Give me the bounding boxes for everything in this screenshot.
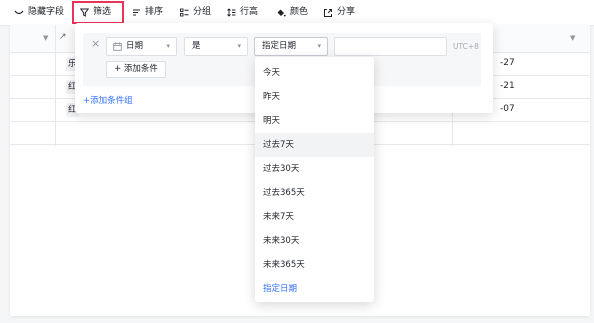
hide-fields-label: 隐藏字段 [28, 7, 65, 17]
eye-hidden-icon [14, 9, 24, 17]
group-label: 分组 [193, 7, 212, 17]
menu-item-next-30-days[interactable]: 未来30天 [255, 229, 374, 253]
share-label: 分享 [337, 7, 356, 17]
color-label: 颜色 [290, 7, 309, 17]
filter-label: 筛选 [93, 7, 112, 17]
sort-button[interactable]: 排序 [132, 0, 163, 25]
date-cell: -21 [500, 81, 515, 91]
field-select-value: 日期 [126, 41, 144, 51]
date-cell: -27 [500, 58, 515, 68]
color-button[interactable]: 颜色 [276, 0, 308, 25]
chevron-down-icon: ▾ [166, 42, 170, 50]
menu-item-tomorrow[interactable]: 明天 [255, 109, 374, 133]
date-column-menu-caret-icon[interactable]: ▼ [570, 34, 575, 42]
menu-item-next-365-days[interactable]: 未来365天 [255, 253, 374, 277]
column-header-partial[interactable]: ↗ [59, 32, 67, 42]
chevron-down-icon: ▾ [317, 42, 321, 50]
add-condition-group-link[interactable]: +添加条件组 [83, 94, 133, 106]
date-range-menu: 今天 昨天 明天 过去7天 过去30天 过去365天 未来7天 未来30天 未来… [255, 57, 374, 302]
column-divider [55, 25, 56, 146]
operator-select-value: 是 [192, 41, 201, 51]
menu-item-past-30-days[interactable]: 过去30天 [255, 157, 374, 181]
menu-item-next-7-days[interactable]: 未来7天 [255, 205, 374, 229]
remove-condition-icon[interactable]: × [91, 37, 100, 50]
row-height-icon [227, 8, 236, 17]
hide-fields-button[interactable]: 隐藏字段 [14, 0, 64, 25]
row-height-button[interactable]: 行高 [227, 0, 258, 25]
date-value-input[interactable] [334, 37, 447, 56]
value-mode-select[interactable]: 指定日期 ▾ [254, 37, 328, 56]
operator-select[interactable]: 是 ▾ [184, 37, 248, 56]
filter-icon [80, 8, 89, 17]
row-height-label: 行高 [240, 7, 259, 17]
timezone-label: UTC+8 [453, 42, 479, 51]
menu-item-yesterday[interactable]: 昨天 [255, 85, 374, 109]
menu-item-past-7-days[interactable]: 过去7天 [255, 133, 374, 157]
field-select[interactable]: 日期 ▾ [106, 37, 177, 56]
share-icon [323, 8, 333, 18]
menu-item-past-365-days[interactable]: 过去365天 [255, 181, 374, 205]
menu-item-today[interactable]: 今天 [255, 61, 374, 85]
paint-bucket-icon [276, 8, 286, 18]
share-button[interactable]: 分享 [323, 0, 355, 25]
group-icon [180, 8, 189, 17]
chevron-down-icon: ▾ [237, 42, 241, 50]
sort-icon [132, 8, 141, 17]
group-button[interactable]: 分组 [180, 0, 211, 25]
sort-label: 排序 [145, 7, 164, 17]
filter-button[interactable]: 筛选 [80, 0, 111, 25]
value-mode-select-value: 指定日期 [262, 41, 297, 51]
calendar-icon [113, 41, 122, 58]
date-cell: -07 [500, 104, 515, 114]
add-condition-button[interactable]: + 添加条件 [106, 61, 166, 78]
menu-item-specific-date[interactable]: 指定日期 [255, 277, 374, 301]
column-menu-caret-icon[interactable]: ▼ [43, 34, 48, 42]
